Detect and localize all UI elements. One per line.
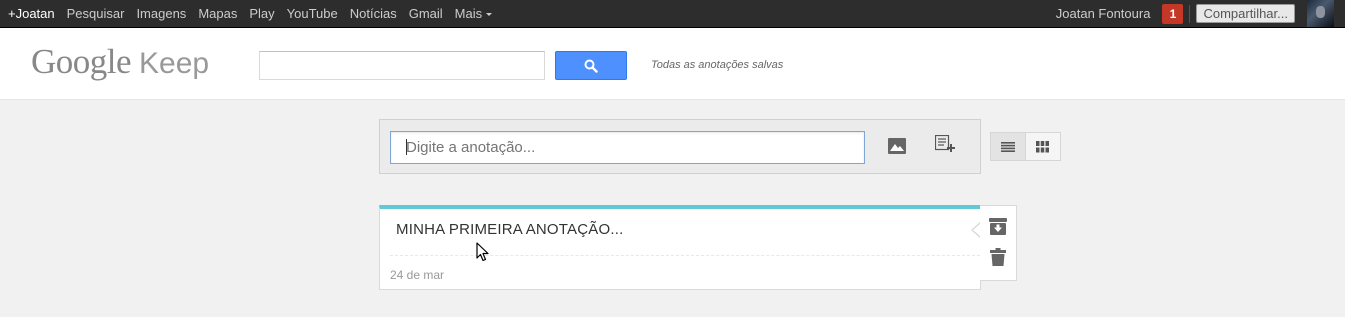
delete-button[interactable] — [988, 247, 1008, 267]
user-name[interactable]: Joatan Fontoura — [1056, 6, 1151, 21]
image-icon — [888, 138, 906, 154]
note-title: MINHA PRIMEIRA ANOTAÇÃO... — [396, 221, 624, 238]
app-logo[interactable]: Google Keep — [31, 42, 209, 82]
grid-view-icon — [1036, 140, 1050, 152]
google-nav: +Joatan Pesquisar Imagens Mapas Play You… — [0, 0, 496, 27]
app-header: Google Keep Todas as anotações salvas — [0, 28, 1345, 100]
chevron-down-icon — [486, 12, 493, 16]
add-image-button[interactable] — [885, 134, 909, 158]
nav-link-profile[interactable]: +Joatan — [8, 6, 55, 21]
note-composer — [379, 119, 981, 174]
note-date: 24 de mar — [390, 268, 445, 282]
note-card[interactable]: MINHA PRIMEIRA ANOTAÇÃO... 24 de mar — [379, 205, 981, 290]
nav-more-menu[interactable]: Mais — [454, 6, 493, 21]
search-button[interactable] — [555, 51, 627, 80]
notification-badge[interactable]: 1 — [1162, 3, 1184, 24]
nav-link-play[interactable]: Play — [249, 6, 274, 21]
add-list-icon — [935, 135, 955, 152]
search-icon — [584, 59, 598, 73]
mouse-cursor-icon — [476, 242, 489, 262]
nav-link-gmail[interactable]: Gmail — [409, 6, 443, 21]
list-view-icon — [1000, 141, 1015, 152]
share-button[interactable]: Compartilhar... — [1196, 4, 1295, 23]
nav-link-maps[interactable]: Mapas — [198, 6, 237, 21]
trash-icon — [990, 248, 1006, 266]
archive-icon — [989, 217, 1007, 235]
avatar[interactable] — [1307, 0, 1334, 27]
saved-status: Todas as anotações salvas — [651, 59, 784, 71]
more-label: Mais — [454, 6, 483, 21]
nav-link-youtube[interactable]: YouTube — [287, 6, 338, 21]
divider — [1189, 4, 1191, 23]
text-caret — [406, 139, 407, 155]
account-area: Joatan Fontoura 1 Compartilhar... — [1056, 0, 1345, 27]
note-input[interactable] — [390, 131, 865, 164]
nav-link-news[interactable]: Notícias — [350, 6, 397, 21]
actions-pointer-inner — [973, 223, 981, 237]
add-list-button[interactable] — [933, 132, 957, 156]
nav-link-images[interactable]: Imagens — [136, 6, 186, 21]
view-toggle — [990, 132, 1061, 161]
logo-keep-text: Keep — [139, 47, 210, 80]
note-actions-panel — [980, 205, 1017, 281]
search-input[interactable] — [259, 51, 545, 80]
list-view-button[interactable] — [991, 133, 1026, 160]
nav-link-search[interactable]: Pesquisar — [67, 6, 125, 21]
logo-google-text: Google — [31, 42, 132, 81]
google-bar: +Joatan Pesquisar Imagens Mapas Play You… — [0, 0, 1345, 28]
archive-button[interactable] — [988, 216, 1008, 236]
grid-view-button[interactable] — [1026, 133, 1061, 160]
